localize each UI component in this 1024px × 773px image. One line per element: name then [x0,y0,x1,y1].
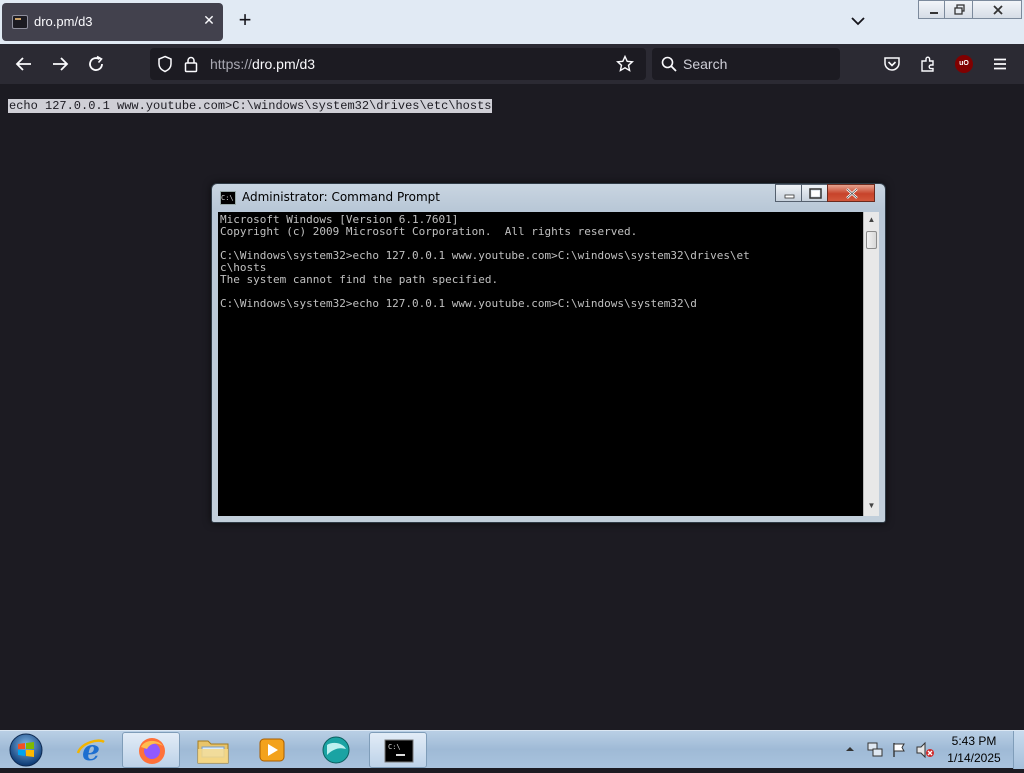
pocket-icon[interactable] [883,55,901,73]
command-prompt-icon: C:\ [384,739,414,763]
show-hidden-icons-arrow-icon[interactable] [845,744,855,754]
firefox-icon [139,738,165,764]
tab-strip: dro.pm/d3 ✕ + [0,0,1024,44]
taskbar-media-player[interactable] [243,732,301,768]
taskbar-command-prompt[interactable]: C:\ [369,732,427,768]
chevron-down-icon [851,17,865,26]
console-output: Microsoft Windows [Version 6.1.7601] Copy… [220,214,750,310]
navigation-toolbar: https://dro.pm/d3 Search uO [0,44,1024,84]
taskbar-internet-explorer[interactable]: e [62,732,120,768]
scroll-down-arrow-icon[interactable]: ▼ [864,498,879,514]
restore-icon [954,4,965,15]
back-arrow-icon[interactable] [15,55,33,73]
reload-icon[interactable] [87,55,105,73]
window-restore-button[interactable] [944,0,974,19]
tab-title: dro.pm/d3 [34,14,93,29]
console-scrollbar[interactable]: ▲ ▼ [863,212,879,516]
window-close-button[interactable] [972,0,1022,19]
minimize-icon [784,194,795,199]
windows-taskbar: e C:\ 5:43 PM 1/14/2025 [0,730,1024,769]
close-icon [846,188,858,199]
clock-date: 1/14/2025 [947,751,1001,765]
lock-icon[interactable] [183,55,199,73]
console-line: The system cannot find the path specifie… [220,273,499,286]
clock-time: 5:43 PM [951,734,997,748]
media-player-icon [259,738,285,762]
internet-explorer-icon: e [76,735,105,765]
console-line: Copyright (c) 2009 Microsoft Corporation… [220,225,638,238]
minimize-icon [930,12,938,14]
system-clock[interactable]: 5:43 PM 1/14/2025 [944,733,1004,767]
extensions-puzzle-icon[interactable] [919,55,937,73]
search-bar[interactable]: Search [652,48,840,80]
close-icon [993,5,1003,15]
scrollbar-thumb[interactable] [866,231,877,249]
selected-page-text[interactable]: echo 127.0.0.1 www.youtube.com>C:\window… [8,99,493,113]
network-icon[interactable] [866,741,884,759]
svg-text:C:\: C:\ [388,743,401,751]
search-placeholder: Search [683,56,728,72]
volume-muted-icon[interactable] [915,741,935,759]
taskbar-app[interactable] [306,732,364,768]
command-prompt-window[interactable]: C:\ Administrator: Command Prompt Micros… [211,183,886,523]
command-prompt-title: Administrator: Command Prompt [242,190,440,204]
forward-arrow-icon[interactable] [51,55,69,73]
new-tab-button[interactable]: + [235,9,255,32]
cmd-minimize-button[interactable] [775,184,802,202]
action-center-flag-icon[interactable] [890,741,908,759]
start-button[interactable] [6,732,46,768]
app-globe-icon [322,736,350,764]
maximize-icon [809,188,822,199]
url-scheme: https:// [210,56,253,72]
url-host-path: dro.pm/d3 [252,56,316,72]
scroll-up-arrow-icon[interactable]: ▲ [864,212,879,228]
show-desktop-button[interactable] [1013,731,1024,769]
bookmark-star-icon[interactable] [616,55,634,73]
ublock-origin-icon[interactable]: uO [955,55,973,73]
shield-icon[interactable] [156,55,174,73]
command-prompt-icon: C:\ [220,191,236,205]
tab-close-icon[interactable]: ✕ [201,12,217,30]
command-prompt-console[interactable]: Microsoft Windows [Version 6.1.7601] Copy… [218,212,863,516]
search-icon [661,56,677,72]
console-line: C:\Windows\system32>echo 127.0.0.1 www.y… [220,249,750,262]
cmd-close-button[interactable] [827,184,875,202]
console-line: C:\Windows\system32>echo 127.0.0.1 www.y… [220,297,697,310]
taskbar-windows-explorer[interactable] [183,732,241,768]
cmd-maximize-button[interactable] [801,184,828,202]
url-text: https://dro.pm/d3 [210,56,315,72]
windows-start-orb-icon [9,733,43,767]
folder-icon [197,740,229,764]
url-bar[interactable]: https://dro.pm/d3 [150,48,646,80]
tab-favicon-icon [12,15,28,29]
taskbar-firefox[interactable] [122,732,180,768]
browser-tab[interactable]: dro.pm/d3 ✕ [2,3,223,41]
hamburger-menu-icon[interactable] [991,55,1009,73]
list-all-tabs-button[interactable] [849,12,867,30]
command-prompt-window-controls [775,184,880,202]
